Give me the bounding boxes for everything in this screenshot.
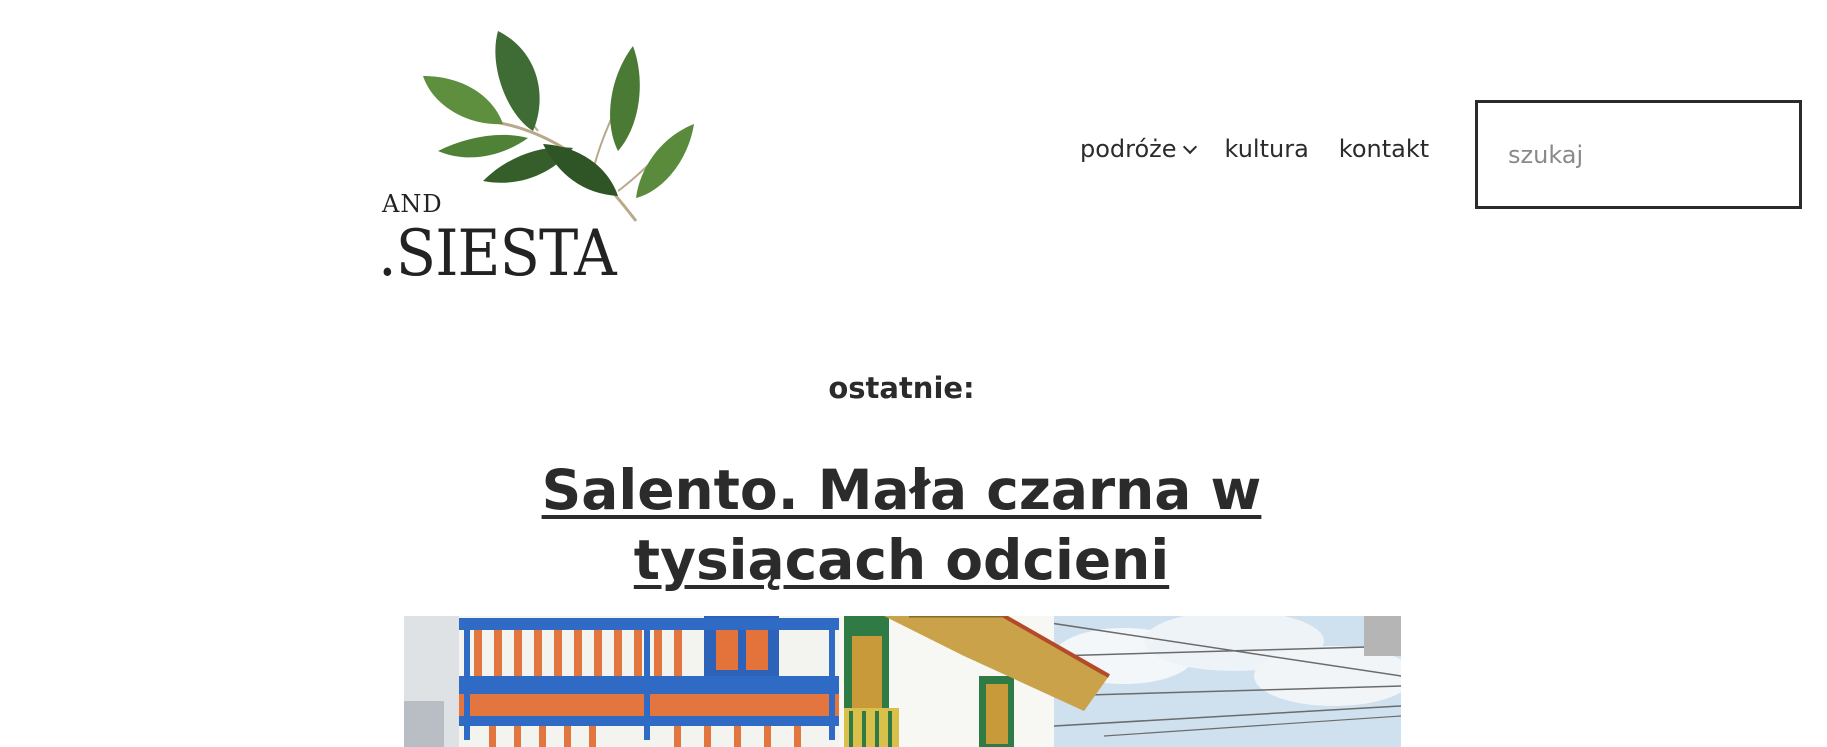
chevron-down-icon[interactable]: [1182, 139, 1197, 155]
logo-small-text: AND: [382, 190, 443, 218]
main-nav: podróże kultura kontakt: [1080, 135, 1429, 163]
post-title-line1: Salento. Mała czarna w: [541, 458, 1262, 522]
post-featured-image[interactable]: [404, 616, 1401, 747]
search-box: [1475, 100, 1802, 209]
nav-item-kontakt[interactable]: kontakt: [1339, 135, 1429, 163]
nav-item-kultura[interactable]: kultura: [1225, 135, 1309, 163]
post-title: Salento. Mała czarna w tysiącach odcieni: [0, 455, 1803, 595]
colonial-building-photo: [404, 616, 1401, 747]
post-title-line2: tysiącach odcieni: [633, 528, 1170, 592]
site-logo[interactable]: AND .SIESTA: [378, 26, 708, 288]
section-heading: ostatnie:: [828, 371, 975, 405]
page: AND .SIESTA podróże kultura kontakt osta…: [0, 0, 1827, 747]
search-input[interactable]: [1478, 103, 1799, 206]
nav-item-label: podróże: [1080, 135, 1177, 163]
logo-large-text: .SIESTA: [378, 217, 617, 291]
post-title-link[interactable]: Salento. Mała czarna w tysiącach odcieni: [542, 458, 1262, 592]
nav-item-podroze[interactable]: podróże: [1080, 135, 1197, 163]
